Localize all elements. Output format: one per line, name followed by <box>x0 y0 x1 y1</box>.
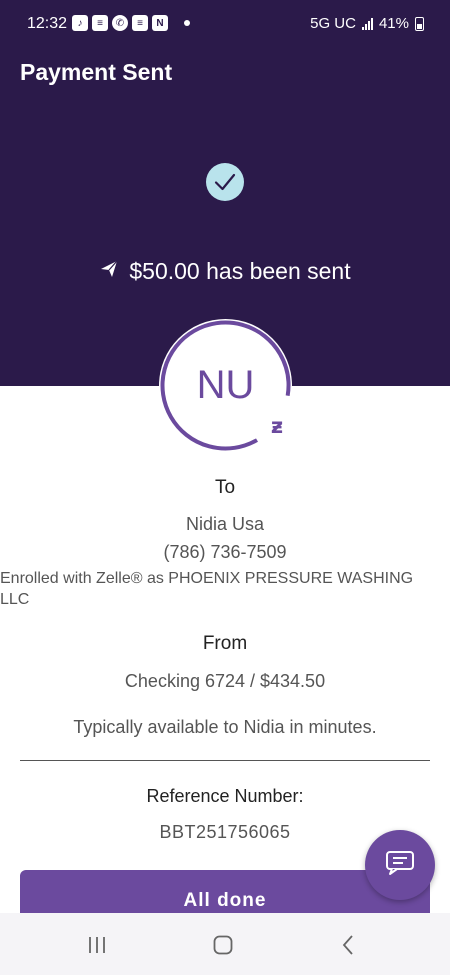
status-right: 5G UC 41% <box>310 15 424 32</box>
page-title: Payment Sent <box>20 59 173 85</box>
divider <box>20 760 430 761</box>
recipient-avatar: NU ƶ <box>159 319 292 452</box>
zelle-z-icon: ƶ <box>267 413 287 439</box>
more-notifications-dot-icon <box>184 20 190 26</box>
news-icon: ≡ <box>132 15 148 31</box>
back-icon[interactable] <box>333 933 363 957</box>
battery-percent: 41% <box>378 15 409 32</box>
to-label: To <box>214 477 236 498</box>
system-nav-bar <box>0 913 450 975</box>
sent-amount-message: $50.00 has been sent <box>129 258 351 284</box>
from-account: Checking 6724 / $434.50 <box>124 671 326 691</box>
chat-icon <box>385 850 415 881</box>
signal-icon <box>361 17 373 30</box>
availability-note: Typically available to Nidia in minutes. <box>73 717 377 737</box>
recipient-phone: (786) 736-7509 <box>163 542 287 562</box>
notification-icons: ♪ ≡ ✆ ≡ N <box>72 15 190 31</box>
home-icon[interactable] <box>208 933 238 957</box>
status-time: 12:32 <box>27 15 68 32</box>
battery-icon <box>415 16 424 31</box>
tiktok-icon: ♪ <box>72 15 88 31</box>
recipient-name: Nidia Usa <box>185 514 265 534</box>
news-icon: ≡ <box>92 15 108 31</box>
sent-confirmation: $50.00 has been sent <box>0 258 450 285</box>
chat-button[interactable] <box>365 830 435 900</box>
whatsapp-icon: ✆ <box>112 15 128 31</box>
zelle-enrollment-text: Enrolled with Zelle® as PHOENIX PRESSURE… <box>0 570 414 608</box>
from-label: From <box>202 633 248 654</box>
network-type: 5G UC <box>310 15 356 32</box>
reference-label: Reference Number: <box>146 786 304 806</box>
paper-plane-icon <box>99 258 119 285</box>
app-notification-icon: N <box>152 15 168 31</box>
recent-apps-icon[interactable] <box>82 933 112 957</box>
check-icon <box>206 163 244 201</box>
status-bar: 12:32 ♪ ≡ ✆ ≡ N 5G UC 41% <box>0 0 450 46</box>
